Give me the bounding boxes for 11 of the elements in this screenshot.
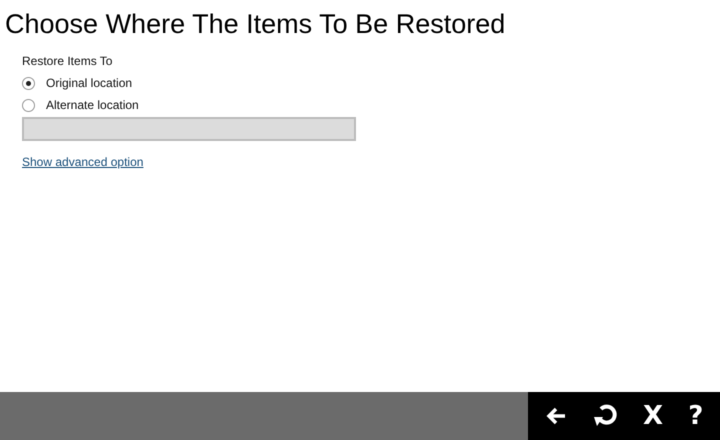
option-label: Original location — [46, 76, 132, 90]
group-label: Restore Items To — [22, 54, 112, 68]
radio-button[interactable] — [22, 76, 35, 90]
advanced-option-link[interactable]: Show advanced option — [22, 155, 144, 169]
toolbar-button[interactable]: X — [643, 401, 664, 431]
page-title: Choose Where The Items To Be Restored — [5, 8, 506, 40]
radio-button[interactable] — [22, 98, 35, 112]
undo-icon[interactable] — [592, 404, 618, 428]
option-label: Alternate location — [46, 98, 139, 112]
back-icon[interactable] — [544, 406, 567, 426]
toolbar-button[interactable]: ? — [688, 401, 704, 431]
